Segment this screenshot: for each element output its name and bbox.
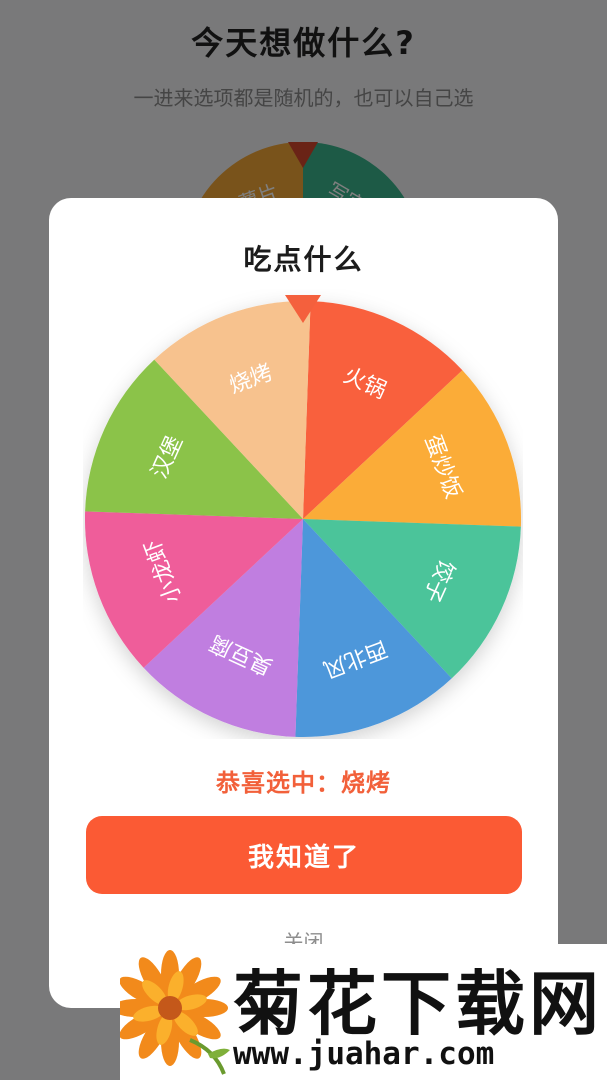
result-text: 恭喜选中：烧烤 (216, 769, 391, 797)
watermark-brand: 菊花下载网 (233, 963, 603, 1045)
confirm-button[interactable]: 我知道了 (86, 816, 522, 894)
dialog-title: 吃点什么 (243, 243, 364, 276)
watermark-url: www.juahar.com (233, 1036, 495, 1072)
flower-logo-icon (120, 950, 230, 1075)
result-dialog: 吃点什么 火锅 蛋炒饭 饺子 西北风 臭豆腐 小龙虾 汉堡 烧烤 恭喜选中：烧烤 我知道了 关… (49, 198, 558, 1008)
spin-wheel: 火锅蛋炒饭饺子西北风臭豆腐小龙虾汉堡烧烤 (84, 295, 522, 738)
watermark: 菊花下载网 www.juahar.com (120, 944, 607, 1080)
